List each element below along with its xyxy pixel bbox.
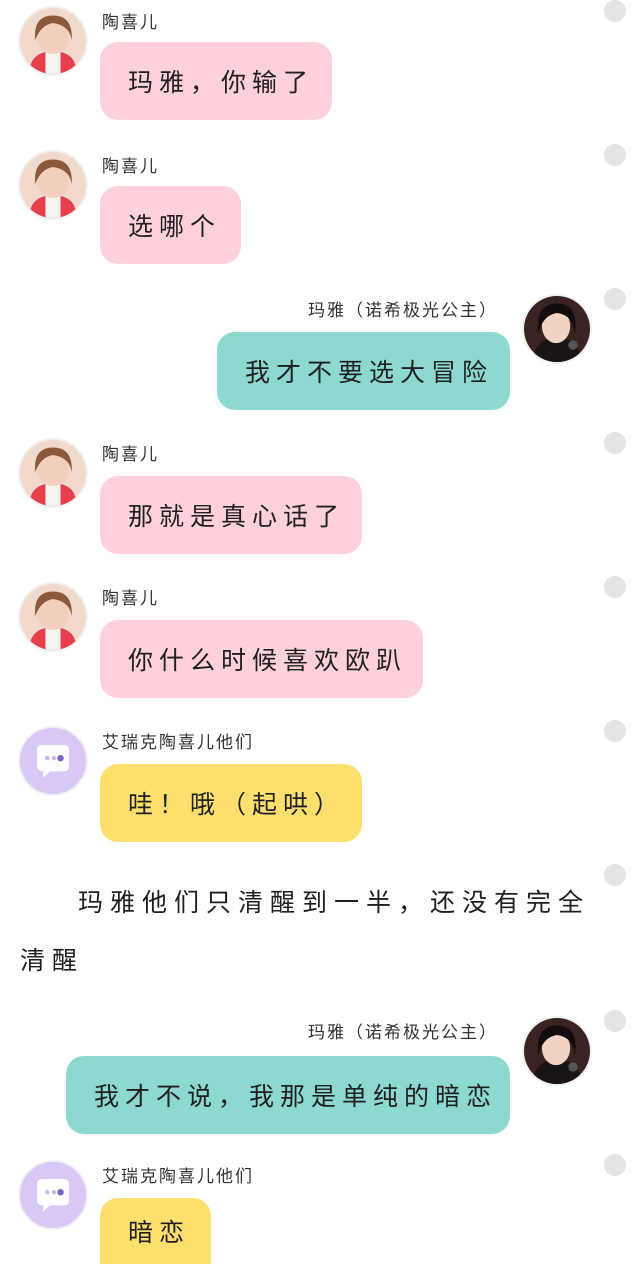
sender-name: 玛雅（诺希极光公主） [308,301,498,321]
status-dot[interactable] [604,432,626,454]
sender-name: 艾瑞克陶喜儿他们 [102,733,254,753]
message-bubble[interactable]: 那就是真心话了 [100,476,362,554]
sender-name: 陶喜儿 [102,589,159,609]
avatar-taoxier[interactable] [18,438,88,508]
status-dot[interactable] [604,720,626,742]
status-dot[interactable] [604,1010,626,1032]
sender-name: 艾瑞克陶喜儿他们 [102,1167,254,1187]
message-bubble[interactable]: 暗恋 [100,1198,211,1264]
status-dot[interactable] [604,288,626,310]
avatar-taoxier[interactable] [18,6,88,76]
avatar-taoxier[interactable] [18,582,88,652]
avatar-maya[interactable] [522,294,592,364]
message-bubble[interactable]: 我才不说，我那是单纯的暗恋 [66,1056,510,1134]
message-bubble[interactable]: 选哪个 [100,186,241,264]
avatar-maya[interactable] [522,1016,592,1086]
sender-name: 陶喜儿 [102,13,159,33]
message-bubble[interactable]: 我才不要选大冒险 [217,332,510,410]
avatar-taoxier[interactable] [18,150,88,220]
status-dot[interactable] [604,1154,626,1176]
status-dot[interactable] [604,576,626,598]
message-bubble[interactable]: 哇！哦（起哄） [100,764,362,842]
sender-name: 陶喜儿 [102,445,159,465]
status-dot[interactable] [604,0,626,22]
sender-name: 陶喜儿 [102,157,159,177]
status-dot[interactable] [604,144,626,166]
sender-name: 玛雅（诺希极光公主） [308,1023,498,1043]
message-bubble[interactable]: 你什么时候喜欢欧趴 [100,620,423,698]
narration-text: 玛雅他们只清醒到一半，还没有完全清醒 [20,888,591,975]
avatar-group[interactable] [18,1160,88,1230]
avatar-group[interactable] [18,726,88,796]
message-bubble[interactable]: 玛雅，你输了 [100,42,332,120]
